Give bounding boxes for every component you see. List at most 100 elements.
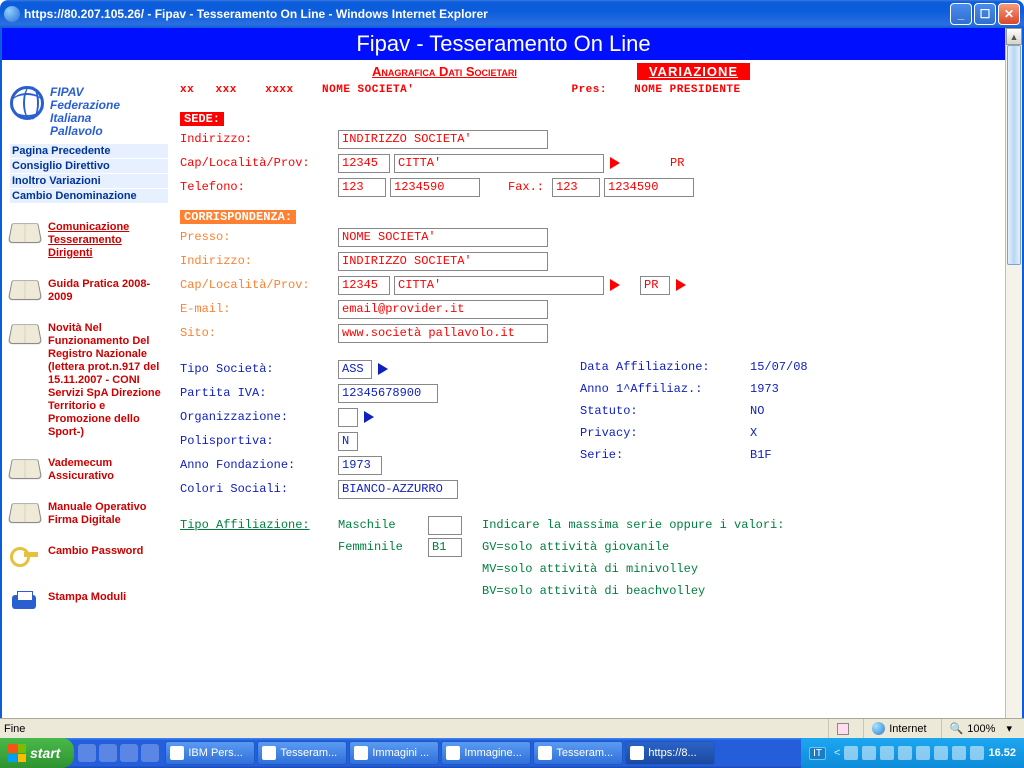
aff-maschile-lbl: Maschile (338, 518, 428, 532)
anno-input[interactable] (338, 456, 382, 475)
lbl-privacy: Privacy: (580, 422, 750, 444)
side-comunicazione[interactable]: Comunicazione Tesseramento Dirigenti (48, 221, 168, 260)
val-serie: B1F (750, 444, 808, 466)
side-guida[interactable]: Guida Pratica 2008-2009 (48, 278, 168, 304)
tray-icon[interactable] (934, 746, 948, 760)
corr-prov-input[interactable] (640, 276, 670, 295)
corr-indirizzo-input[interactable] (338, 252, 548, 271)
fax-input[interactable] (604, 178, 694, 197)
corr-citta-input[interactable] (394, 276, 604, 295)
tray-icon[interactable] (844, 746, 858, 760)
ql-icon[interactable] (78, 744, 96, 762)
side-password[interactable]: Cambio Password (48, 545, 143, 558)
tray-icon[interactable] (970, 746, 984, 760)
tray-icon[interactable] (898, 746, 912, 760)
tray-icon[interactable] (880, 746, 894, 760)
start-button[interactable]: start (0, 738, 74, 768)
quick-launch (74, 738, 163, 768)
task-button[interactable]: Tesseram... (257, 741, 347, 765)
colori-input[interactable] (338, 480, 458, 499)
status-zoom[interactable]: 🔍100% ▾ (941, 719, 1020, 738)
tray-icon[interactable] (952, 746, 966, 760)
lbl-corr-indirizzo: Indirizzo: (180, 254, 338, 268)
section-sede: SEDE: (180, 112, 224, 126)
scroll-up-button[interactable]: ▲ (1006, 28, 1022, 45)
val-privacy: X (750, 422, 808, 444)
book-icon (10, 278, 40, 300)
society-codes: xx xxx xxxx NOME SOCIETA' Pres: NOME PRE… (180, 84, 995, 96)
scroll-thumb[interactable] (1007, 45, 1021, 265)
ie-statusbar: Fine Internet 🔍100% ▾ (0, 718, 1024, 738)
val-dataaff: 15/07/08 (750, 356, 808, 378)
lbl-fax: Fax.: (508, 180, 544, 194)
poli-input[interactable] (338, 432, 358, 451)
tipo-input[interactable] (338, 360, 372, 379)
sede-cap-input[interactable] (338, 154, 390, 173)
lookup-corr-citta-button[interactable] (610, 279, 620, 291)
lbl-anno1: Anno 1^Affiliaz.: (580, 378, 750, 400)
page-title: Anagrafica Dati Societari (372, 64, 517, 79)
tray-icon[interactable] (916, 746, 930, 760)
system-tray: IT < 16.52 (801, 738, 1024, 768)
val-anno1: 1973 (750, 378, 808, 400)
sede-indirizzo-input[interactable] (338, 130, 548, 149)
task-button[interactable]: Tesseram... (533, 741, 623, 765)
sede-citta-input[interactable] (394, 154, 604, 173)
tel-pre-input[interactable] (338, 178, 386, 197)
minimize-button[interactable]: _ (950, 3, 972, 25)
side-novita[interactable]: Novità Nel Funzionamento Del Registro Na… (48, 322, 168, 439)
task-button[interactable]: IBM Pers... (165, 741, 255, 765)
side-vademecum[interactable]: Vademecum Assicurativo (48, 457, 168, 483)
piva-input[interactable] (338, 384, 438, 403)
side-stampa[interactable]: Stampa Moduli (48, 591, 126, 604)
org-input[interactable] (338, 408, 358, 427)
status-internet: Internet (863, 719, 934, 738)
lbl-indirizzo: Indirizzo: (180, 132, 338, 146)
email-input[interactable] (338, 300, 548, 319)
vertical-scrollbar[interactable]: ▲ ▼ (1005, 28, 1022, 766)
aff-maschile-input[interactable] (428, 516, 462, 535)
fax-pre-input[interactable] (552, 178, 600, 197)
lookup-org-button[interactable] (364, 411, 374, 423)
ql-icon[interactable] (99, 744, 117, 762)
maximize-button[interactable]: ☐ (974, 3, 996, 25)
ql-icon[interactable] (141, 744, 159, 762)
nav-consiglio[interactable]: Consiglio Direttivo (10, 159, 168, 173)
window-titlebar: https://80.207.105.26/ - Fipav - Tessera… (0, 0, 1024, 28)
lbl-corr-cap: Cap/Località/Prov: (180, 278, 338, 292)
taskbar: start IBM Pers... Tesseram... Immagini .… (0, 738, 1024, 768)
book-icon (10, 322, 40, 344)
lookup-corr-prov-button[interactable] (676, 279, 686, 291)
lbl-org: Organizzazione: (180, 410, 338, 424)
side-manuale[interactable]: Manuale Operativo Firma Digitale (48, 501, 168, 527)
book-icon (10, 221, 40, 243)
lang-indicator[interactable]: IT (809, 747, 826, 760)
lbl-email: E-mail: (180, 302, 338, 316)
nav-prev[interactable]: Pagina Precedente (10, 144, 168, 158)
nav-cambio[interactable]: Cambio Denominazione (10, 189, 168, 203)
aff-femminile-input[interactable] (428, 538, 462, 557)
lbl-colori: Colori Sociali: (180, 482, 338, 496)
task-button[interactable]: Immagini ... (349, 741, 439, 765)
lookup-citta-button[interactable] (610, 157, 620, 169)
tray-icon[interactable] (862, 746, 876, 760)
close-button[interactable]: ✕ (998, 3, 1020, 25)
lbl-piva: Partita IVA: (180, 386, 338, 400)
lbl-serie: Serie: (580, 444, 750, 466)
tel-input[interactable] (390, 178, 480, 197)
nav-inoltro[interactable]: Inoltro Variazioni (10, 174, 168, 188)
corr-cap-input[interactable] (338, 276, 390, 295)
window-title: https://80.207.105.26/ - Fipav - Tessera… (24, 7, 950, 21)
lookup-tipo-button[interactable] (378, 363, 388, 375)
page-banner: Fipav - Tesseramento On Line (2, 28, 1005, 60)
logo-line: Pallavolo (50, 125, 120, 138)
ql-icon[interactable] (120, 744, 138, 762)
aff-note3: MV=solo attività di minivolley (482, 562, 698, 576)
task-button[interactable]: Immagine... (441, 741, 531, 765)
sito-input[interactable] (338, 324, 548, 343)
lbl-sito: Sito: (180, 326, 338, 340)
task-button-active[interactable]: https://8... (625, 741, 715, 765)
clock[interactable]: 16.52 (988, 747, 1016, 759)
lbl-statuto: Statuto: (580, 400, 750, 422)
corr-presso-input[interactable] (338, 228, 548, 247)
